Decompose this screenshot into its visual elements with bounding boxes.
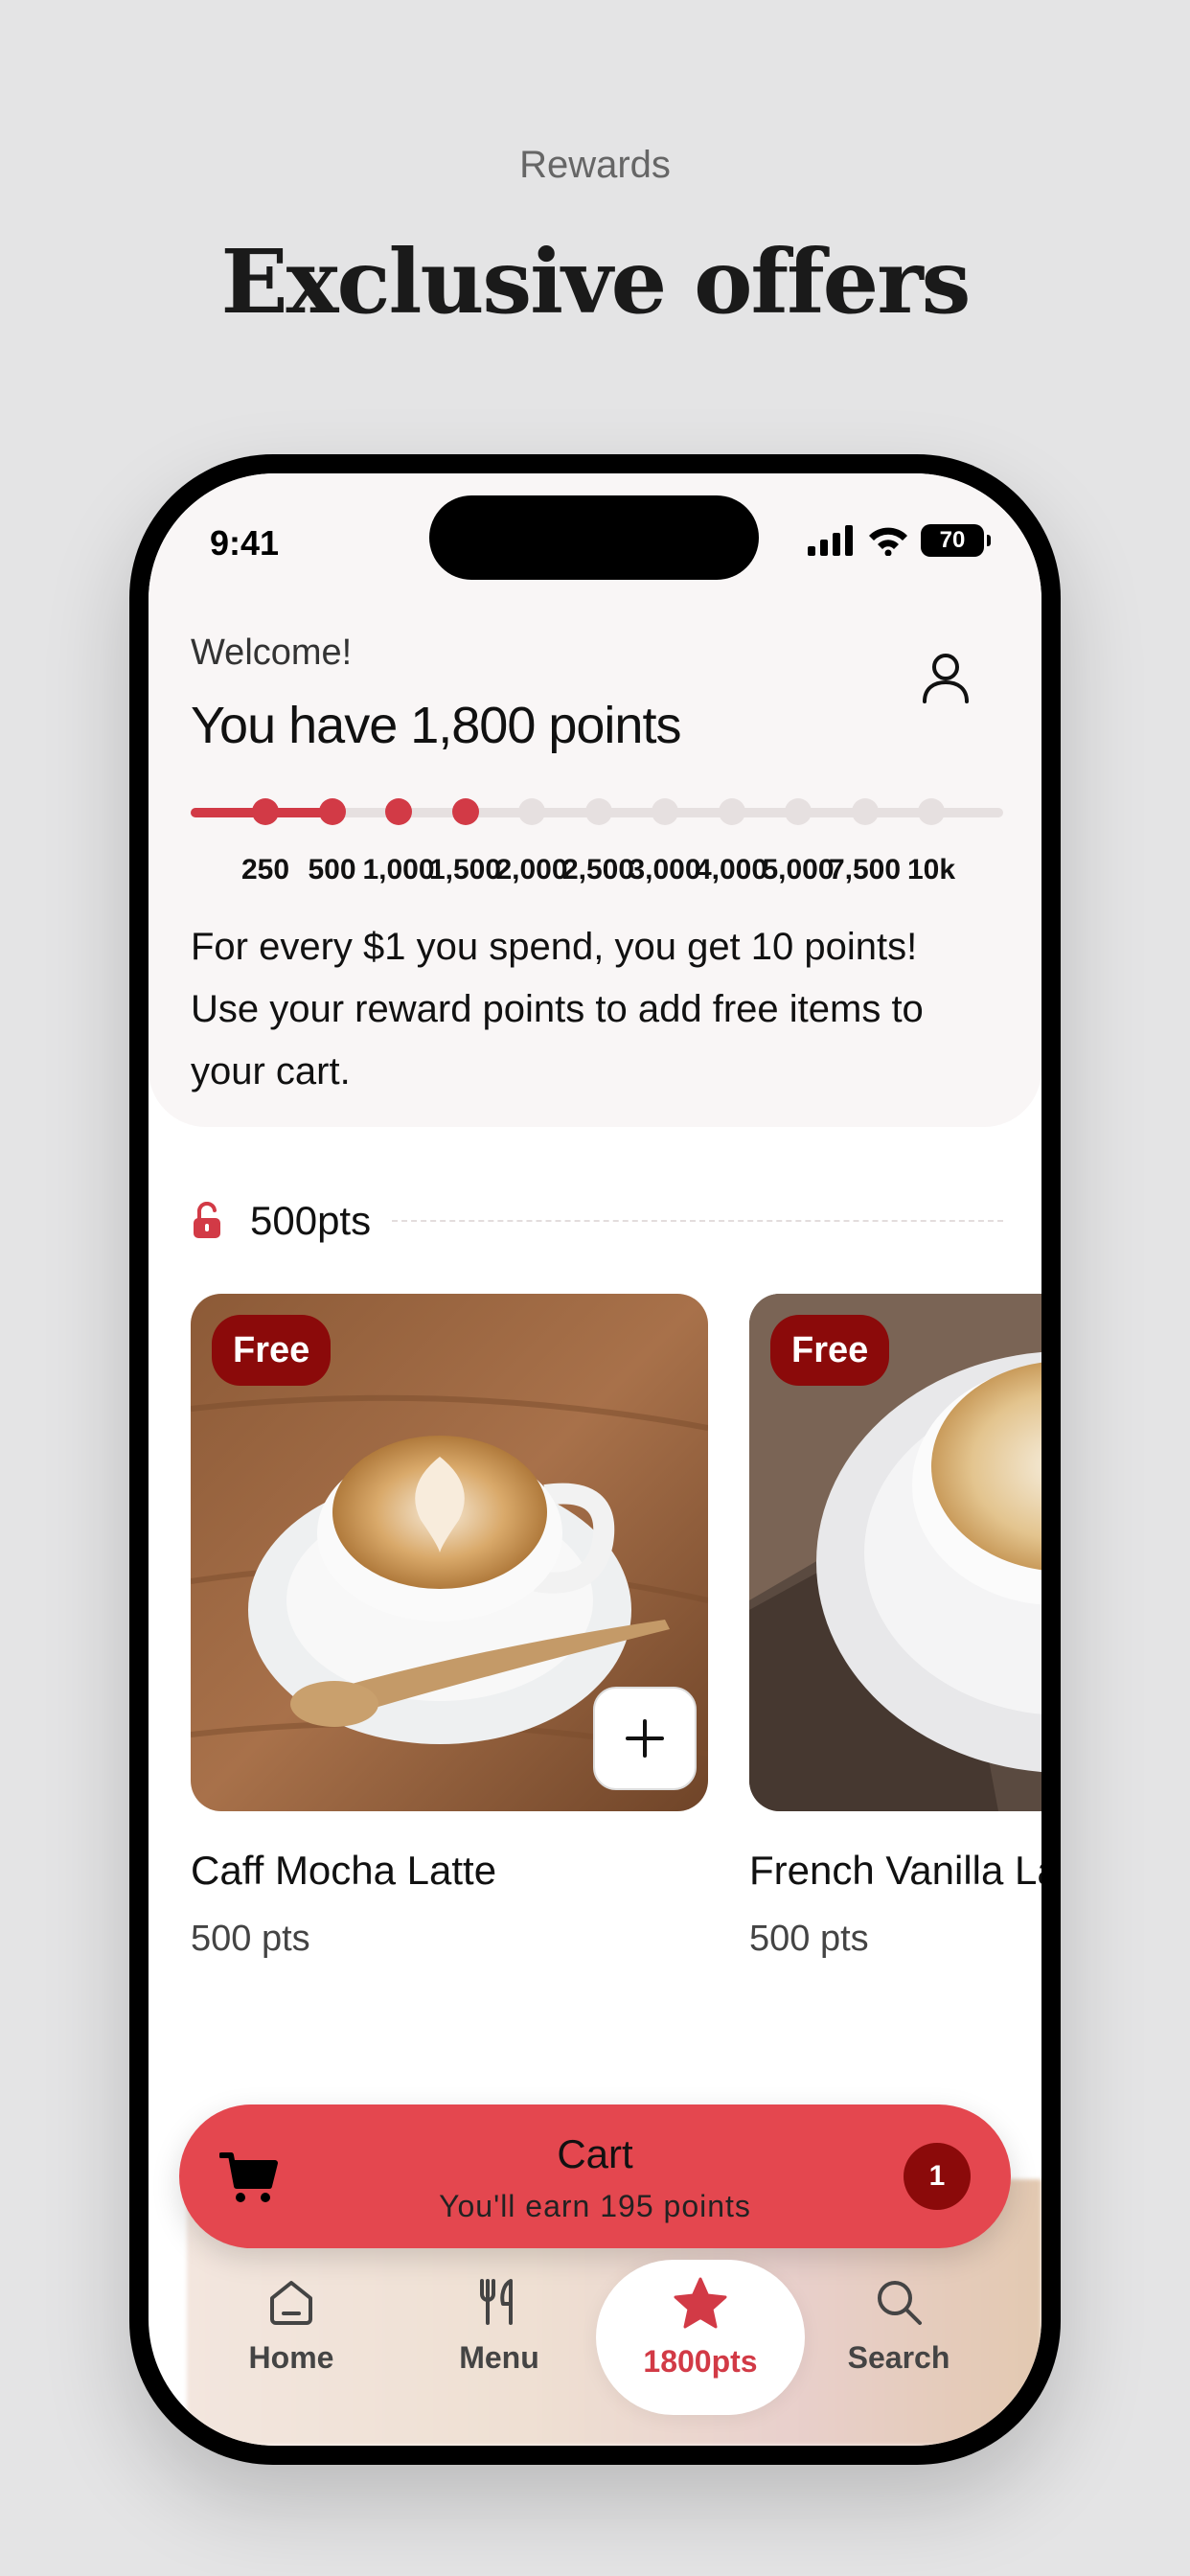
item-name: Caff Mocha Latte: [191, 1848, 497, 1893]
search-icon: [878, 2281, 922, 2325]
phone-screen: Welcome! You have 1,800 points 250 500 1,0…: [149, 473, 1041, 2446]
item-points: 500 pts: [191, 1919, 310, 1959]
nav-menu-label: Menu: [459, 2340, 539, 2375]
nav-search[interactable]: Search: [803, 2275, 995, 2376]
milestone-label: 5,000: [762, 854, 835, 886]
milestone-dot: [318, 798, 346, 825]
utensils-icon: [480, 2279, 513, 2325]
section-points-label: 500pts: [250, 1198, 372, 1243]
nav-menu[interactable]: Menu: [403, 2275, 595, 2376]
milestone-label: 2,500: [561, 854, 635, 886]
phone-frame: Welcome! You have 1,800 points 250 500 1,0…: [129, 454, 1061, 2465]
milestone-label: 1,000: [362, 854, 435, 886]
nav-home[interactable]: Home: [195, 2275, 387, 2376]
milestone-dot: [851, 798, 879, 825]
nav-search-label: Search: [847, 2340, 950, 2375]
add-to-cart-button[interactable]: [593, 1687, 697, 1790]
item-name: French Vanilla Latte: [749, 1848, 1041, 1893]
profile-icon[interactable]: [915, 646, 976, 707]
section-header: 500pts: [191, 1194, 1003, 1248]
reward-item-card[interactable]: Free French Vanilla Latte 500 pts: [749, 1294, 1041, 1960]
milestone-dot: [252, 798, 279, 825]
milestone-label: 3,000: [629, 854, 701, 886]
milestone-label: 1,500: [428, 854, 502, 886]
milestone-dot: [518, 798, 545, 825]
milestone-label: 10k: [906, 854, 956, 886]
milestone-dot: [718, 798, 745, 825]
milestone-dot: [385, 798, 412, 825]
nav-home-label: Home: [248, 2340, 334, 2375]
points-progress-track: [191, 798, 1003, 825]
free-badge: Free: [770, 1315, 890, 1386]
milestone-dot: [451, 798, 479, 825]
milestone-label: 500: [308, 854, 356, 886]
reward-item-card[interactable]: Free Caff Mocha Latte 500 pts: [191, 1294, 708, 1960]
milestone-label: 7,500: [828, 854, 902, 886]
item-points: 500 pts: [749, 1919, 869, 1959]
milestone-label: 4,000: [695, 854, 768, 886]
rewards-info-text: For every $1 you spend, you get 10 point…: [191, 926, 924, 1092]
page-eyebrow: Rewards: [519, 144, 671, 186]
cart-title: Cart: [557, 2131, 633, 2176]
milestone-dot: [785, 798, 812, 825]
signal-icon: [808, 525, 853, 556]
cart-subtitle: You'll earn 195 points: [439, 2189, 751, 2223]
battery-icon: 70: [921, 524, 991, 557]
free-badge: Free: [212, 1315, 332, 1386]
star-icon: [674, 2277, 727, 2329]
cart-button[interactable]: Cart You'll earn 195 points 1: [179, 2104, 1011, 2248]
milestone-dot: [652, 798, 678, 825]
dynamic-island: [429, 495, 759, 580]
home-icon: [270, 2281, 312, 2325]
status-time: 9:41: [210, 523, 280, 563]
milestone-label: 2,000: [495, 854, 568, 886]
item-photo: Free: [191, 1294, 708, 1811]
nav-points[interactable]: 1800pts: [596, 2260, 805, 2415]
section-divider: [392, 1220, 1003, 1222]
milestone-dot: [584, 798, 612, 825]
wifi-icon: [869, 527, 907, 556]
plus-icon: [626, 1719, 664, 1758]
milestone-dot: [918, 798, 945, 825]
points-title: You have 1,800 points: [191, 697, 681, 754]
status-icons: 70: [808, 523, 991, 558]
page-headline: Exclusive offers: [220, 230, 972, 334]
item-photo: Free: [749, 1294, 1041, 1811]
unlock-icon: [194, 1202, 220, 1238]
cart-count-badge: 1: [904, 2143, 971, 2210]
welcome-text: Welcome!: [191, 632, 353, 673]
milestone-label: 250: [240, 854, 290, 886]
nav-points-label: 1800pts: [643, 2344, 758, 2379]
